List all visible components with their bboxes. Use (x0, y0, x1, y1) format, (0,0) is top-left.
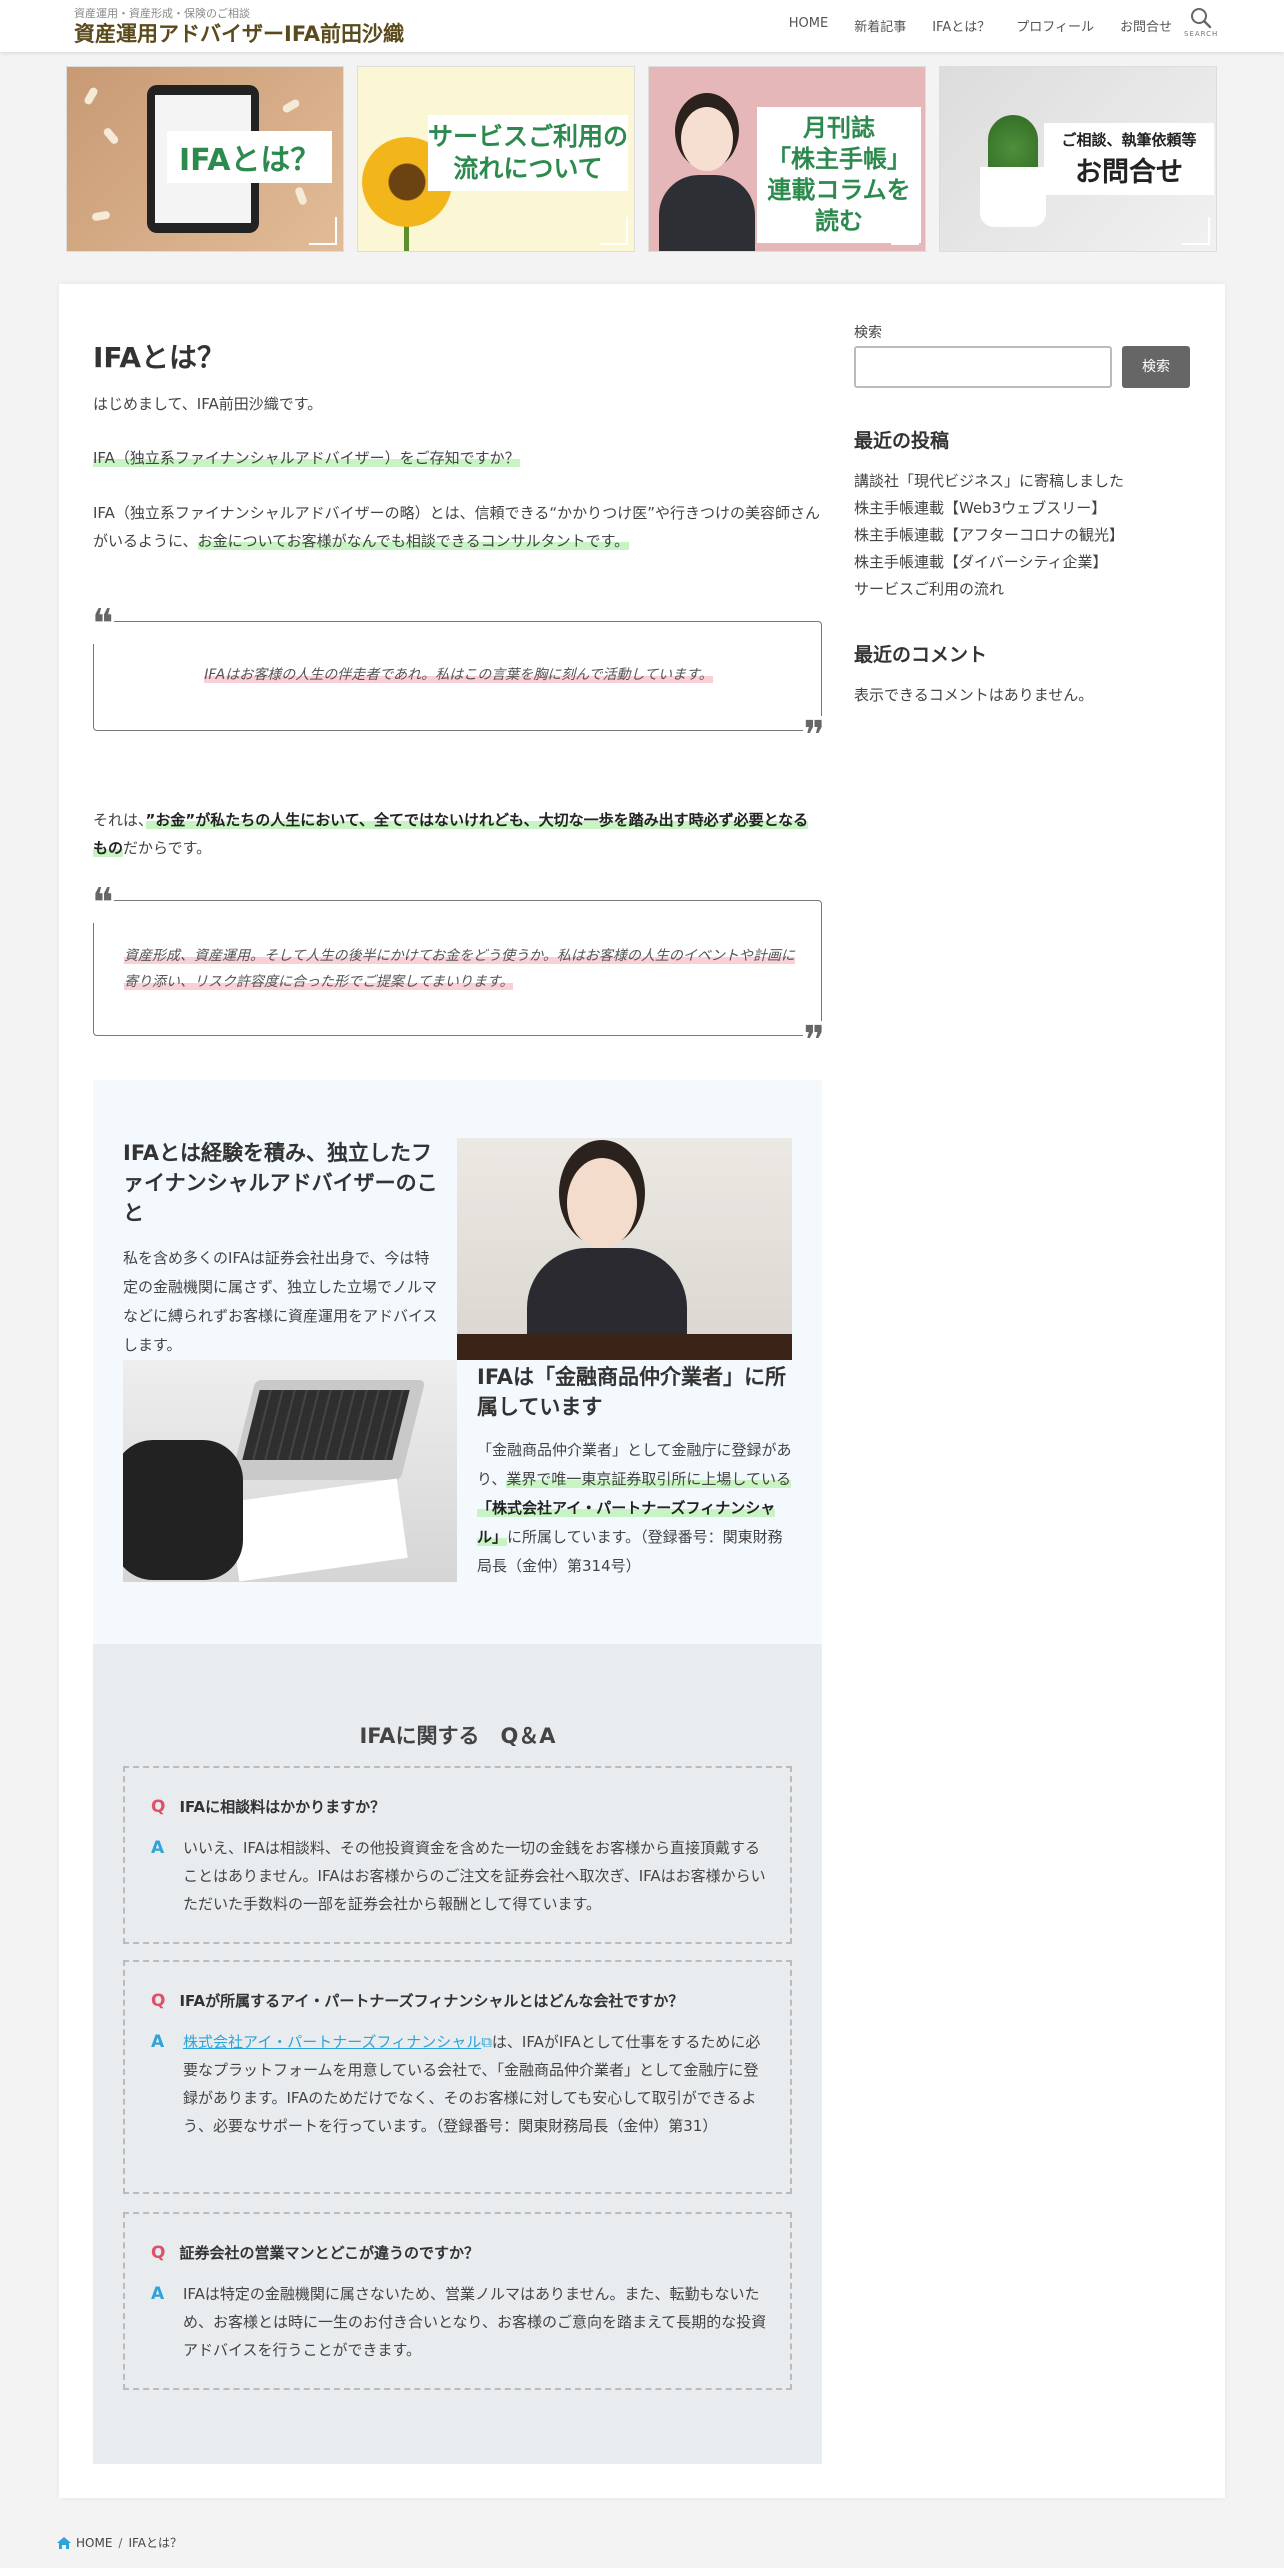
question-text: IFA（独立系ファイナンシャルアドバイザー）をご存知ですか？ (93, 449, 520, 467)
qa-answer: A いいえ、IFAは相談料、その他投資資金を含めた一切の金銭をお客様から直接頂戴す… (151, 1838, 766, 1913)
search-icon (1191, 8, 1212, 29)
search-label: SEARCH (1184, 30, 1219, 38)
quote-box-1: ❝ IFAはお客様の人生の伴走者であれ。私はこの言葉を胸に刻んで活動しています。… (92, 604, 825, 756)
qa-item: Q IFAが所属するアイ・パートナーズフィナンシャルとはどんな会社ですか？ A 株式… (123, 1960, 792, 2194)
header-search-button[interactable]: SEARCH (1184, 6, 1218, 46)
quote-close-icon: ❞ (803, 1018, 825, 1064)
qa-answer: A IFAは特定の金融機関に属さないため、営業ノルマはありません。また、転勤もない… (151, 2284, 767, 2359)
quote-open-icon: ❝ (92, 601, 114, 647)
feature-heading-2: IFAは「金融商品仲介業者」に所属しています (477, 1365, 787, 1419)
recent-comments-title: 最近のコメント (854, 644, 988, 666)
breadcrumb-separator: / (118, 2535, 123, 2550)
recent-post-link[interactable]: 株主手帳連載【ダイバーシティ企業】 (854, 551, 1108, 572)
qa-question: Q 証券会社の営業マンとどこが違うのですか？ (151, 2243, 480, 2263)
qa-answer: A 株式会社アイ・パートナーズフィナンシャル⧉は、IFAがIFAとして仕事をするた… (151, 2032, 761, 2135)
banner-label: サービスご利用の 流れについて (428, 115, 628, 191)
banner-service-flow[interactable]: サービスご利用の 流れについて (357, 66, 635, 252)
feature-text-1: 私を含め多くのIFAは証券会社出身で、今は特定の金融機関に属さず、独立した立場で… (123, 1249, 438, 1354)
quote-close-icon: ❞ (803, 713, 825, 759)
intro-text: はじめまして、IFA前田沙織です。 (93, 395, 323, 413)
main-nav: HOME 新着記事 IFAとは？ プロフィール お問合せ (763, 16, 1172, 35)
portrait-image (659, 107, 755, 251)
consultant-photo (457, 1138, 792, 1360)
qa-item: Q 証券会社の営業マンとどこが違うのですか？ A IFAは特定の金融機関に属さないた… (123, 2212, 792, 2390)
qa-item: Q IFAに相談料はかかりますか？ A いいえ、IFAは相談料、その他投資資金を含め… (123, 1766, 792, 1944)
banner-contact[interactable]: ご相談、執筆依頼等 お問合せ (939, 66, 1217, 252)
qa-question: Q IFAに相談料はかかりますか？ (151, 1797, 386, 1817)
quote-text: IFAはお客様の人生の伴走者であれ。私はこの言葉を胸に刻んで活動しています。 (204, 667, 713, 683)
home-icon (57, 2536, 71, 2549)
feature-heading-1: IFAとは経験を積み、独立したファイナンシャルアドバイザーのこと (123, 1141, 438, 1225)
ifa-definition-text: IFA（独立系ファイナンシャルアドバイザーの略）とは、信頼できる“かかりつけ医”… (93, 504, 821, 550)
site-title[interactable]: 資産運用アドバイザーIFA前田沙織 (74, 18, 404, 48)
recent-post-link[interactable]: サービスご利用の流れ (854, 578, 1004, 599)
nav-contact[interactable]: お問合せ (1120, 16, 1172, 35)
cactus-image (988, 115, 1038, 171)
qa-question: Q IFAが所属するアイ・パートナーズフィナンシャルとはどんな会社ですか？ (151, 1991, 684, 2011)
sidebar-search-button[interactable]: 検索 (1122, 346, 1190, 388)
recent-post-link[interactable]: 講談社「現代ビジネス」に寄稿しました (854, 470, 1124, 491)
page-title: IFAとは？ (93, 341, 226, 374)
quote-box-2: ❝ 資産形成、資産運用。そして人生の後半にかけてお金をどう使うか。私はお客様の人… (92, 883, 825, 1061)
feature-section: IFAとは経験を積み、独立したファイナンシャルアドバイザーのこと 私を含め多くの… (93, 1080, 822, 1644)
sidebar-search-input[interactable] (854, 346, 1112, 388)
external-link-icon: ⧉ (481, 2033, 492, 2051)
breadcrumb-home[interactable]: HOME (76, 2536, 112, 2550)
recent-post-link[interactable]: 株主手帳連載【Web3ウェブスリー】 (854, 497, 1106, 518)
reason-text: それは、”お金”が私たちの人生において、全てではないけれども、大切な一歩を踏み出… (93, 811, 809, 857)
quote-text: 資産形成、資産運用。そして人生の後半にかけてお金をどう使うか。私はお客様の人生の… (124, 948, 795, 990)
feature-text-2: 「金融商品仲介業者」として金融庁に登録があり、業界で唯一東京証券取引所に上場して… (477, 1441, 792, 1575)
qa-title: IFAに関する Q＆A (359, 1724, 556, 1748)
recent-post-link[interactable]: 株主手帳連載【アフターコロナの観光】 (854, 524, 1124, 545)
nav-home[interactable]: HOME (789, 16, 828, 35)
sidebar-search-label: 検索 (854, 325, 882, 341)
recent-posts-title: 最近の投稿 (854, 430, 950, 452)
breadcrumb-current: IFAとは？ (128, 2536, 183, 2550)
nav-what-is-ifa[interactable]: IFAとは？ (932, 16, 990, 35)
qa-section: IFAに関する Q＆A Q IFAに相談料はかかりますか？ A いいえ、IFAは相談… (93, 1644, 822, 2464)
laptop-photo (123, 1360, 457, 1582)
banner-column[interactable]: 月刊誌 「株主手帳」 連載コラムを読む (648, 66, 926, 252)
ipartners-link[interactable]: 株式会社アイ・パートナーズフィナンシャル (183, 2033, 481, 2051)
no-comments-text: 表示できるコメントはありません。 (854, 686, 1094, 704)
nav-new-articles[interactable]: 新着記事 (854, 16, 906, 35)
banner-label: IFAとは？ (167, 131, 333, 183)
site-header: 資産運用・資産形成・保険のご相談 資産運用アドバイザーIFA前田沙織 HOME … (0, 0, 1284, 52)
banner-label: ご相談、執筆依頼等 お問合せ (1044, 123, 1214, 195)
breadcrumb: HOME / IFAとは？ (56, 2534, 182, 2551)
quote-open-icon: ❝ (92, 880, 114, 926)
banner-what-is-ifa[interactable]: IFAとは？ (66, 66, 344, 252)
nav-profile[interactable]: プロフィール (1016, 16, 1094, 35)
